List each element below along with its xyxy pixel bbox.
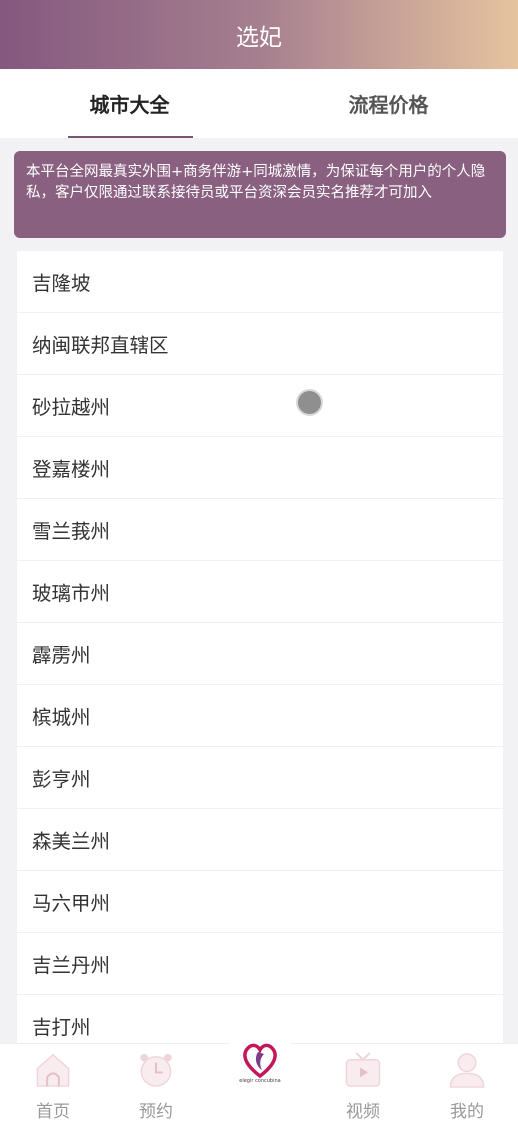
city-item-3[interactable]: 登嘉楼州 xyxy=(17,437,503,499)
tab-process-price[interactable]: 流程价格 xyxy=(259,69,518,138)
tabbar-item-booking[interactable]: 预约 xyxy=(116,1044,196,1121)
city-item-10[interactable]: 马六甲州 xyxy=(17,871,503,933)
tab-label: 流程价格 xyxy=(348,93,429,117)
center-logo-button[interactable]: elegir concubina xyxy=(224,1026,296,1098)
city-item-8[interactable]: 彭亨州 xyxy=(17,747,503,809)
tabbar-item-home[interactable]: 首页 xyxy=(13,1044,93,1121)
city-item-2[interactable]: 砂拉越州 xyxy=(17,375,503,437)
app: 选妃 城市大全 流程价格 本平台全网最真实外围+商务伴游+同城激情，为保证每个用… xyxy=(0,0,518,1121)
city-item-5[interactable]: 玻璃市州 xyxy=(17,561,503,623)
tabbar-label: 我的 xyxy=(450,1102,484,1121)
tab-label: 城市大全 xyxy=(89,93,170,117)
logo-text: elegir concubina xyxy=(239,1078,281,1084)
city-item-4[interactable]: 雪兰莪州 xyxy=(17,499,503,561)
bottom-tab-bar: 首页 预约 elegir concubina 视频 我的 xyxy=(0,1026,518,1121)
home-icon xyxy=(36,1053,70,1087)
notice-banner: 本平台全网最真实外围+商务伴游+同城激情，为保证每个用户的个人隐私，客户仅限通过… xyxy=(14,151,506,238)
city-item-1[interactable]: 纳闽联邦直辖区 xyxy=(17,313,503,375)
tabbar-label: 视频 xyxy=(346,1102,380,1121)
heart-logo-icon xyxy=(243,1043,277,1079)
page-title: 选妃 xyxy=(236,24,282,51)
tabbar-item-profile[interactable]: 我的 xyxy=(427,1044,507,1121)
tv-icon xyxy=(345,1052,381,1087)
city-item-6[interactable]: 霹雳州 xyxy=(17,623,503,685)
touch-cursor-indicator xyxy=(296,389,323,416)
tabbar-item-video[interactable]: 视频 xyxy=(323,1044,403,1121)
city-item-0[interactable]: 吉隆坡 xyxy=(17,251,503,313)
city-item-9[interactable]: 森美兰州 xyxy=(17,809,503,871)
alarm-clock-icon xyxy=(140,1053,172,1087)
tabbar-label: 首页 xyxy=(36,1102,70,1121)
tab-bar-top: 城市大全 流程价格 xyxy=(0,69,518,138)
page-header: 选妃 xyxy=(0,0,518,69)
tab-city-list[interactable]: 城市大全 xyxy=(0,69,259,138)
city-list: 吉隆坡 纳闽联邦直辖区 砂拉越州 登嘉楼州 雪兰莪州 玻璃市州 霹雳州 槟城州 … xyxy=(17,251,503,1043)
user-icon xyxy=(449,1053,485,1088)
city-item-7[interactable]: 槟城州 xyxy=(17,685,503,747)
tabbar-label: 预约 xyxy=(139,1102,173,1121)
city-item-11[interactable]: 吉兰丹州 xyxy=(17,933,503,995)
